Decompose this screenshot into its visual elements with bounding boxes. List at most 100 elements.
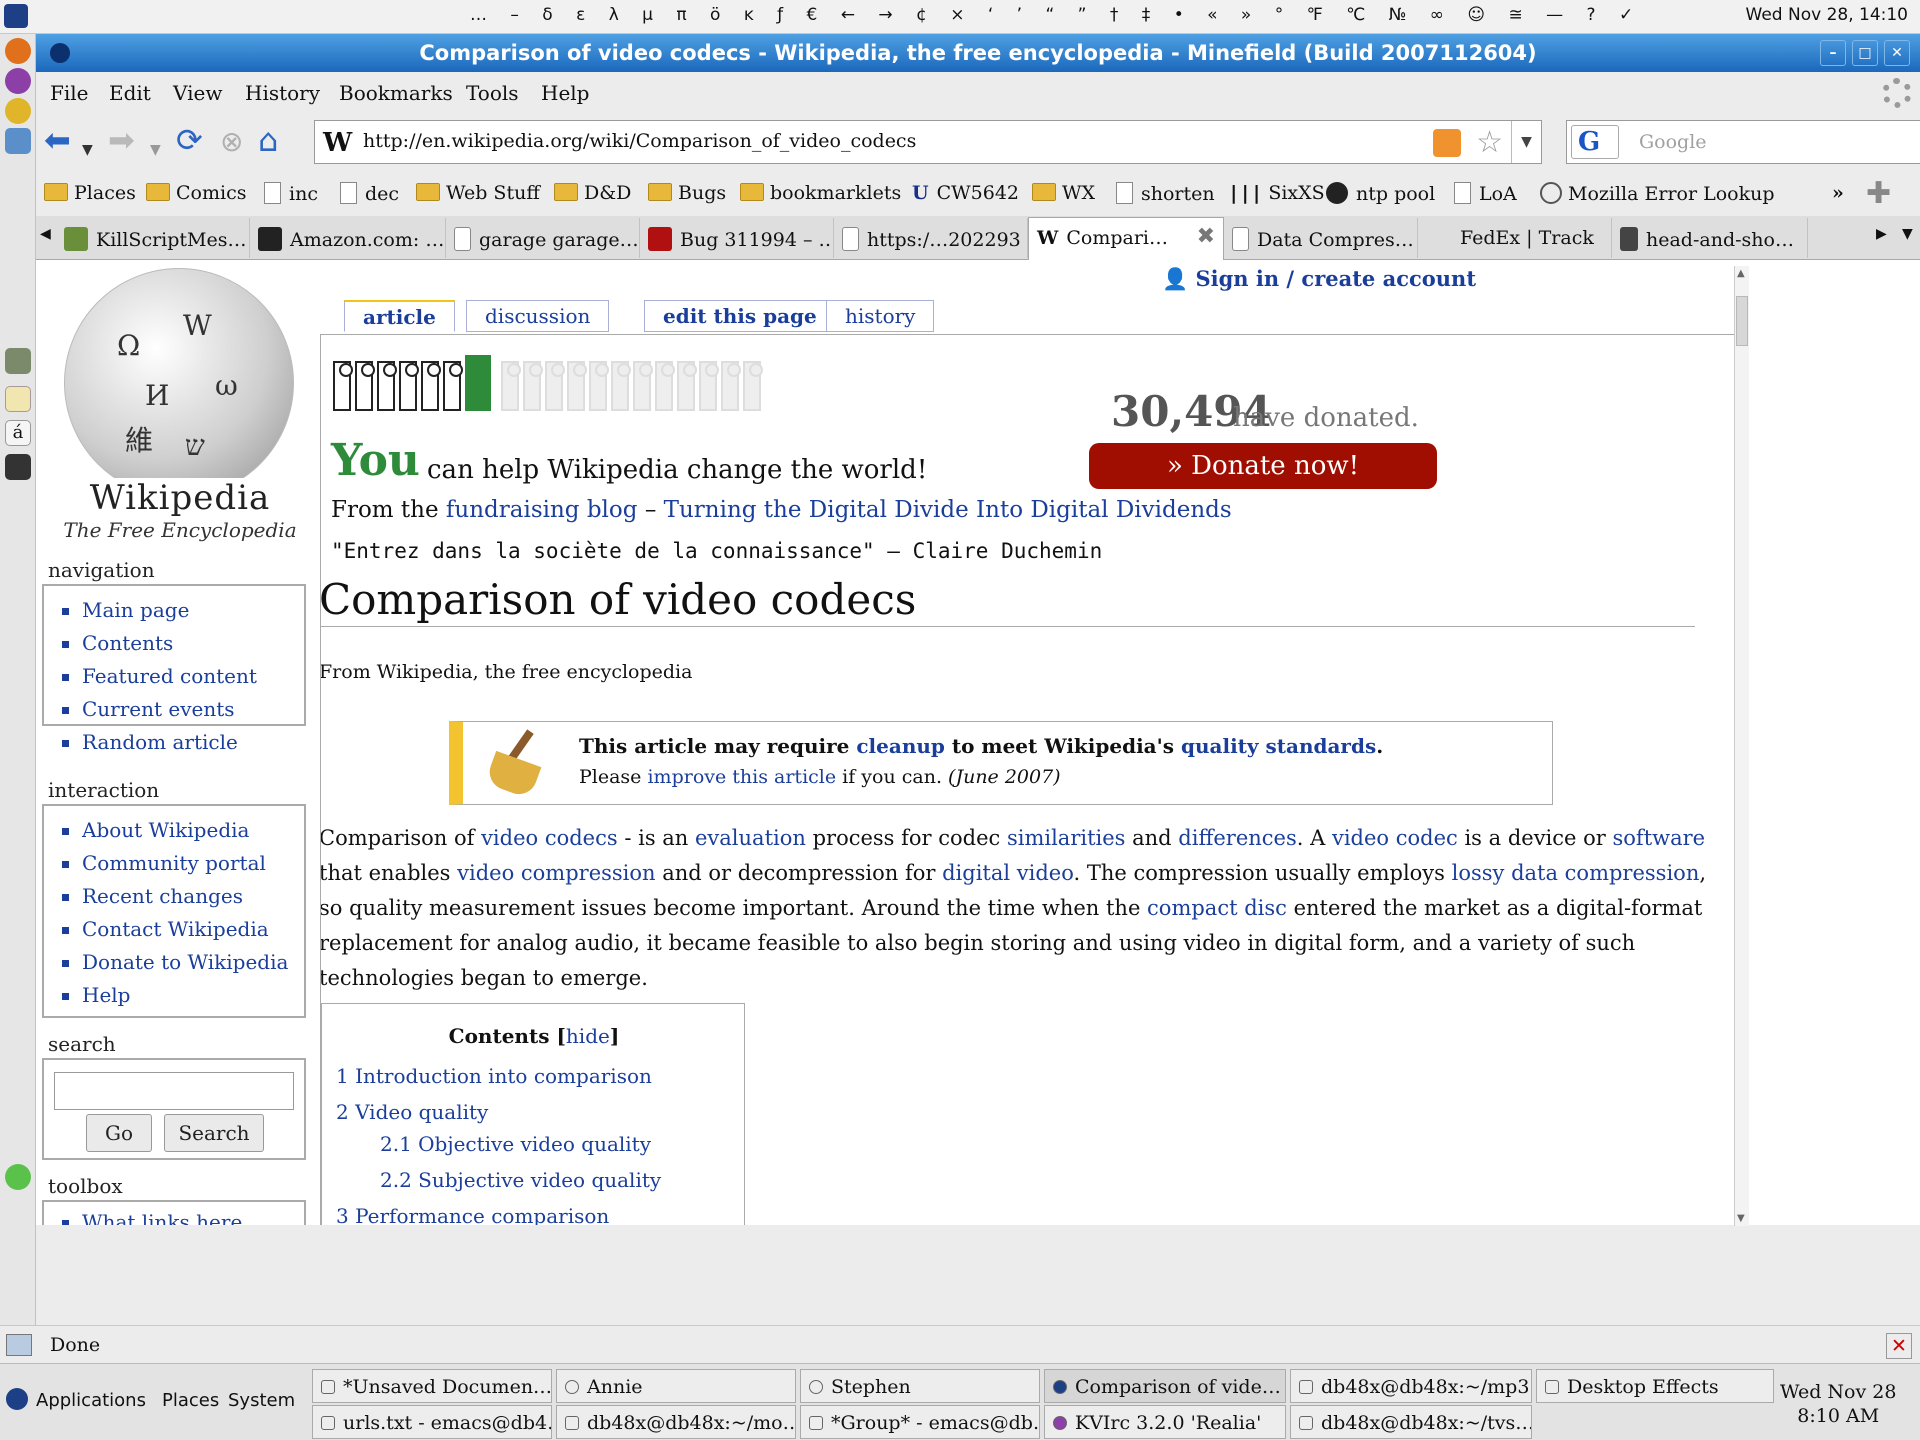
editor-launcher-icon[interactable] [5, 386, 31, 412]
bookmark-sixxs[interactable]: ||| SixXS [1228, 182, 1325, 204]
nav-random-article[interactable]: Random article [58, 726, 304, 759]
window-titlebar[interactable]: Comparison of video codecs - Wikipedia, … [36, 34, 1920, 72]
character-palette[interactable]: … – δ ε λ μ π ö ĸ ƒ € ← → ¢ × ‘ ’ “ ” † … [470, 5, 1642, 25]
maximize-button[interactable]: □ [1852, 40, 1878, 66]
tab-bug-311994[interactable]: Bug 311994 – … [640, 218, 834, 258]
bookmark-dnd[interactable]: D&D [554, 182, 631, 204]
nav-featured-content[interactable]: Featured content [58, 660, 304, 693]
nav-help[interactable]: Help [58, 979, 304, 1012]
tab-scroll-left-arrow[interactable]: ◀ [40, 226, 51, 242]
back-arrow-icon[interactable]: ⬅ [44, 124, 71, 156]
gnome-foot-icon[interactable] [6, 1388, 28, 1410]
nav-donate-to-wikipedia[interactable]: Donate to Wikipedia [58, 946, 304, 979]
scroll-down-arrow[interactable]: ▼ [1737, 1213, 1745, 1224]
tab-history[interactable]: history [826, 300, 935, 332]
bookmark-shorten[interactable]: shorten [1116, 182, 1215, 205]
bookmark-comics[interactable]: Comics [146, 182, 246, 204]
tab-comparison-active[interactable]: W Compari… ✖ [1028, 217, 1224, 260]
intro-link[interactable]: compact disc [1147, 896, 1287, 920]
menu-bookmarks[interactable]: Bookmarks [339, 81, 453, 105]
bookmark-loa[interactable]: LoA [1454, 182, 1517, 205]
nav-community-portal[interactable]: Community portal [58, 847, 304, 880]
bookmark-cw5642[interactable]: U CW5642 [912, 182, 1019, 204]
nav-current-events[interactable]: Current events [58, 693, 304, 726]
task-annie[interactable]: Annie [556, 1369, 796, 1403]
reload-icon[interactable]: ⟳ [176, 124, 203, 156]
bookmark-ntp-pool[interactable]: ntp pool [1326, 182, 1435, 205]
status-close-icon[interactable]: ✕ [1886, 1333, 1912, 1359]
stop-icon[interactable]: ⊗ [220, 126, 243, 158]
tab-edit-this-page[interactable]: edit this page [644, 300, 836, 332]
task-terminal-mo[interactable]: db48x@db48x:~/mo… [556, 1405, 796, 1439]
search-placeholder[interactable]: Google [1639, 131, 1707, 153]
go-button[interactable]: Go [86, 1114, 152, 1152]
close-button[interactable]: ✕ [1884, 40, 1910, 66]
toc-item-subjective-quality[interactable]: 2.2 Subjective video quality [380, 1168, 661, 1192]
tab-article[interactable]: article [344, 300, 455, 332]
menu-places[interactable]: Places [162, 1390, 219, 1411]
donate-now-button[interactable]: » Donate now! [1089, 443, 1437, 489]
task-terminal-mp3[interactable]: db48x@db48x:~/mp3 [1290, 1369, 1532, 1403]
menu-applications[interactable]: Applications [36, 1390, 146, 1411]
menu-file[interactable]: File [50, 81, 89, 105]
bookmark-dec[interactable]: dec [340, 182, 399, 205]
camera-launcher-icon[interactable] [5, 454, 31, 480]
app-menu-icon[interactable] [4, 4, 28, 28]
bookmark-bookmarklets[interactable]: bookmarklets [740, 182, 901, 204]
toc-item-introduction[interactable]: 1 Introduction into comparison [336, 1064, 652, 1088]
menu-edit[interactable]: Edit [109, 81, 151, 105]
user-launcher-icon[interactable] [5, 98, 31, 124]
cleanup-link[interactable]: cleanup [856, 734, 945, 758]
task-urls-emacs[interactable]: urls.txt - emacs@db4… [312, 1405, 552, 1439]
calculator-launcher-icon[interactable] [5, 348, 31, 374]
task-unsaved-document[interactable]: *Unsaved Documen… [312, 1369, 552, 1403]
back-history-dropdown[interactable]: ▼ [82, 134, 93, 166]
fundraising-blog-link[interactable]: fundraising blog [446, 497, 638, 523]
nav-main-page[interactable]: Main page [58, 594, 304, 627]
intro-link[interactable]: software [1613, 826, 1706, 850]
tab-https-202293[interactable]: https:/…202293 [834, 218, 1028, 258]
menu-history[interactable]: History [245, 81, 320, 105]
nav-about-wikipedia[interactable]: About Wikipedia [58, 814, 304, 847]
intro-link[interactable]: differences [1178, 826, 1296, 850]
bookmark-inc[interactable]: inc [264, 182, 318, 205]
tab-fedex[interactable]: FedEx | Track [1418, 218, 1612, 258]
toc-item-objective-quality[interactable]: 2.1 Objective video quality [380, 1132, 651, 1156]
toc-hide-link[interactable]: hide [566, 1024, 610, 1048]
bookmark-wx[interactable]: WX [1032, 182, 1095, 204]
task-kvirc[interactable]: KVIrc 3.2.0 'Realia' [1044, 1405, 1286, 1439]
url-history-dropdown[interactable]: ▼ [1511, 121, 1541, 163]
wikipedia-globe-logo[interactable]: Ω W И ω 維 ש [64, 268, 294, 498]
intro-link[interactable]: digital video [942, 861, 1073, 885]
tab-head-and-shoulders[interactable]: head-and-sho… [1612, 218, 1808, 258]
forward-history-dropdown[interactable]: ▼ [150, 134, 161, 166]
intro-link[interactable]: evaluation [695, 826, 806, 850]
toc-item-video-quality[interactable]: 2 Video quality [336, 1100, 488, 1124]
tab-scroll-right-arrow[interactable]: ▶ [1876, 226, 1887, 242]
toolbox-what-links-here[interactable]: What links here [58, 1206, 304, 1225]
bookmark-web-stuff[interactable]: Web Stuff [416, 182, 540, 204]
bookmark-bugs[interactable]: Bugs [648, 182, 726, 204]
add-toolbar-item-icon[interactable]: ✚ [1866, 176, 1891, 211]
task-group-emacs[interactable]: *Group* - emacs@db… [800, 1405, 1040, 1439]
intro-link[interactable]: similarities [1007, 826, 1125, 850]
all-tabs-dropdown[interactable]: ▼ [1902, 226, 1913, 242]
task-desktop-effects[interactable]: Desktop Effects [1536, 1369, 1774, 1403]
intro-link[interactable]: lossy data compression [1452, 861, 1700, 885]
task-comparison-of-video[interactable]: Comparison of vide… [1044, 1369, 1286, 1403]
intro-link[interactable]: video compression [457, 861, 655, 885]
intro-link[interactable]: video codecs [481, 826, 618, 850]
bookmark-places[interactable]: Places [44, 182, 136, 204]
taskbar-clock[interactable]: Wed Nov 28 8:10 AM [1780, 1380, 1896, 1428]
firefox-launcher-icon[interactable] [5, 38, 31, 64]
nav-contact-wikipedia[interactable]: Contact Wikipedia [58, 913, 304, 946]
system-clock[interactable]: Wed Nov 28, 14:10 [1746, 5, 1908, 25]
tab-discussion[interactable]: discussion [466, 300, 610, 332]
menu-help[interactable]: Help [541, 81, 589, 105]
charmap-launcher-icon[interactable]: á [5, 420, 31, 446]
tab-amazon[interactable]: Amazon.com: … [250, 218, 446, 258]
tab-killscriptmes[interactable]: KillScriptMes… [56, 218, 250, 258]
rss-feed-icon[interactable] [1433, 129, 1461, 157]
bookmark-mozilla-error-lookup[interactable]: Mozilla Error Lookup [1540, 182, 1775, 205]
improve-article-link[interactable]: improve this article [647, 766, 836, 788]
